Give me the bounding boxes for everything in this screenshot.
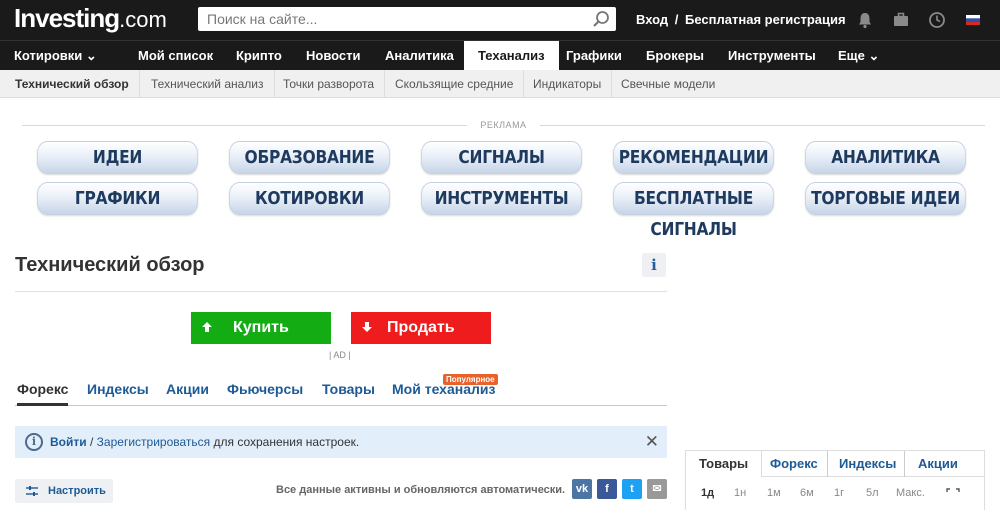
period-1m[interactable]: 1м	[767, 487, 781, 499]
briefcase-icon[interactable]	[892, 11, 910, 29]
subnav-moving-averages[interactable]: Скользящие средние	[385, 70, 525, 98]
banner-register-link[interactable]: Зарегистрироваться	[97, 435, 210, 449]
widget-tab-commodities[interactable]: Товары	[686, 451, 763, 477]
nav-charts[interactable]: Графики	[552, 41, 636, 71]
ad-button-education[interactable]: ОБРАЗОВАНИЕ	[229, 141, 390, 174]
header-icons	[856, 11, 982, 29]
register-link[interactable]: Бесплатная регистрация	[685, 12, 846, 27]
nav-news[interactable]: Новости	[292, 41, 375, 71]
banner-separator: /	[89, 435, 94, 449]
nav-brokers[interactable]: Брокеры	[632, 41, 718, 71]
sell-button[interactable]: Продать	[351, 312, 491, 344]
ad-button-analytics[interactable]: АНАЛИТИКА	[805, 141, 966, 174]
widget-tabs: Товары Форекс Индексы Акции	[686, 451, 984, 477]
ad-button-tools[interactable]: ИНСТРУМЕНТЫ	[421, 182, 582, 215]
widget-periods: 1д 1н 1м 6м 1г 5л Макс.	[686, 487, 984, 501]
login-banner: i Войти / Зарегистрироваться для сохране…	[15, 426, 667, 458]
configure-button[interactable]: Настроить	[15, 479, 113, 503]
banner-text: Войти / Зарегистрироваться для сохранени…	[50, 435, 359, 449]
ad-button-free-signals[interactable]: БЕСПЛАТНЫЕ СИГНАЛЫ	[613, 182, 774, 240]
ad-button-recommendations[interactable]: РЕКОМЕНДАЦИИ	[613, 141, 774, 174]
banner-login-link[interactable]: Войти	[50, 435, 87, 449]
buy-button[interactable]: Купить	[191, 312, 331, 344]
subnav-technical-analysis[interactable]: Технический анализ	[141, 70, 275, 98]
subnav-candlestick-patterns[interactable]: Свечные модели	[611, 70, 725, 98]
period-1w[interactable]: 1н	[734, 487, 746, 499]
login-link[interactable]: Вход	[636, 12, 668, 27]
quotes-widget: Товары Форекс Индексы Акции 1д 1н 1м 6м …	[685, 450, 985, 510]
top-bar: Investing.com Вход / Бесплатная регистра…	[0, 0, 1000, 40]
nav-crypto[interactable]: Крипто	[222, 41, 296, 71]
buy-label: Купить	[233, 319, 289, 336]
sub-nav: Технический обзор Технический анализ Точ…	[0, 70, 1000, 98]
widget-tab-stocks[interactable]: Акции	[904, 451, 958, 477]
nav-more[interactable]: Еще ⌄	[824, 41, 893, 71]
tab-forex[interactable]: Форекс	[17, 381, 69, 406]
close-icon[interactable]: ✕	[645, 432, 659, 452]
title-divider	[15, 291, 667, 292]
sell-label: Продать	[387, 319, 455, 336]
tab-stocks[interactable]: Акции	[166, 381, 209, 397]
sliders-icon	[26, 486, 38, 496]
search-box	[198, 7, 616, 31]
expand-icon[interactable]	[946, 488, 960, 500]
arrow-up-icon	[202, 322, 212, 332]
banner-message: для сохранения настроек.	[213, 435, 360, 449]
auto-update-text: Все данные активны и обновляются автомат…	[276, 484, 566, 496]
widget-tab-indices[interactable]: Индексы	[827, 451, 896, 477]
email-icon[interactable]: ✉	[647, 479, 667, 499]
clock-icon[interactable]	[928, 11, 946, 29]
period-5y[interactable]: 5л	[866, 487, 879, 499]
subnav-pivot-points[interactable]: Точки разворота	[273, 70, 386, 98]
twitter-icon[interactable]: t	[622, 479, 642, 499]
nav-watchlist[interactable]: Мой список	[124, 41, 227, 71]
ad-button-quotes[interactable]: КОТИРОВКИ	[229, 182, 390, 215]
ad-tag: | AD |	[329, 350, 351, 360]
nav-technical[interactable]: Теханализ	[464, 41, 559, 71]
tab-commodities[interactable]: Товары	[322, 381, 375, 397]
ad-button-ideas[interactable]: ИДЕИ	[37, 141, 198, 174]
search-input[interactable]	[198, 7, 578, 31]
logo-main: Investing	[14, 3, 120, 33]
period-1y[interactable]: 1г	[834, 487, 844, 499]
widget-tab-forex[interactable]: Форекс	[770, 451, 818, 477]
tab-futures[interactable]: Фьючерсы	[227, 381, 303, 397]
period-max[interactable]: Макс.	[896, 487, 925, 499]
russian-flag-icon[interactable]	[964, 11, 982, 29]
info-button[interactable]: i	[642, 253, 666, 277]
popular-badge: Популярное	[443, 374, 498, 385]
period-1d[interactable]: 1д	[701, 487, 714, 499]
ad-button-charts[interactable]: ГРАФИКИ	[37, 182, 198, 215]
bell-icon[interactable]	[856, 11, 874, 29]
category-tabs: Форекс Индексы Акции Фьючерсы Товары Мой…	[15, 381, 667, 406]
logo-suffix: .com	[119, 7, 167, 32]
search-icon[interactable]	[592, 10, 610, 28]
auth-separator: /	[674, 12, 679, 27]
nav-quotes[interactable]: Котировки ⌄	[0, 41, 111, 71]
vk-icon[interactable]: vk	[572, 479, 592, 499]
ad-label: РЕКЛАМА	[22, 119, 985, 131]
ad-divider-right	[540, 125, 985, 126]
arrow-down-icon	[362, 322, 372, 332]
main-nav: Котировки ⌄ Мой список Крипто Новости Ан…	[0, 40, 1000, 71]
configure-label: Настроить	[48, 485, 106, 497]
page-title: Технический обзор	[15, 254, 205, 276]
subnav-overview[interactable]: Технический обзор	[5, 70, 140, 98]
nav-analytics[interactable]: Аналитика	[371, 41, 468, 71]
period-6m[interactable]: 6м	[800, 487, 814, 499]
nav-tools[interactable]: Инструменты	[714, 41, 830, 71]
ad-button-signals[interactable]: СИГНАЛЫ	[421, 141, 582, 174]
facebook-icon[interactable]: f	[597, 479, 617, 499]
investing-logo[interactable]: Investing.com	[14, 3, 167, 34]
ad-button-trading-ideas[interactable]: ТОРГОВЫЕ ИДЕИ	[805, 182, 966, 215]
info-icon: i	[25, 433, 43, 451]
tab-indices[interactable]: Индексы	[87, 381, 149, 397]
subnav-indicators[interactable]: Индикаторы	[523, 70, 613, 98]
auth-links: Вход / Бесплатная регистрация	[636, 12, 846, 27]
